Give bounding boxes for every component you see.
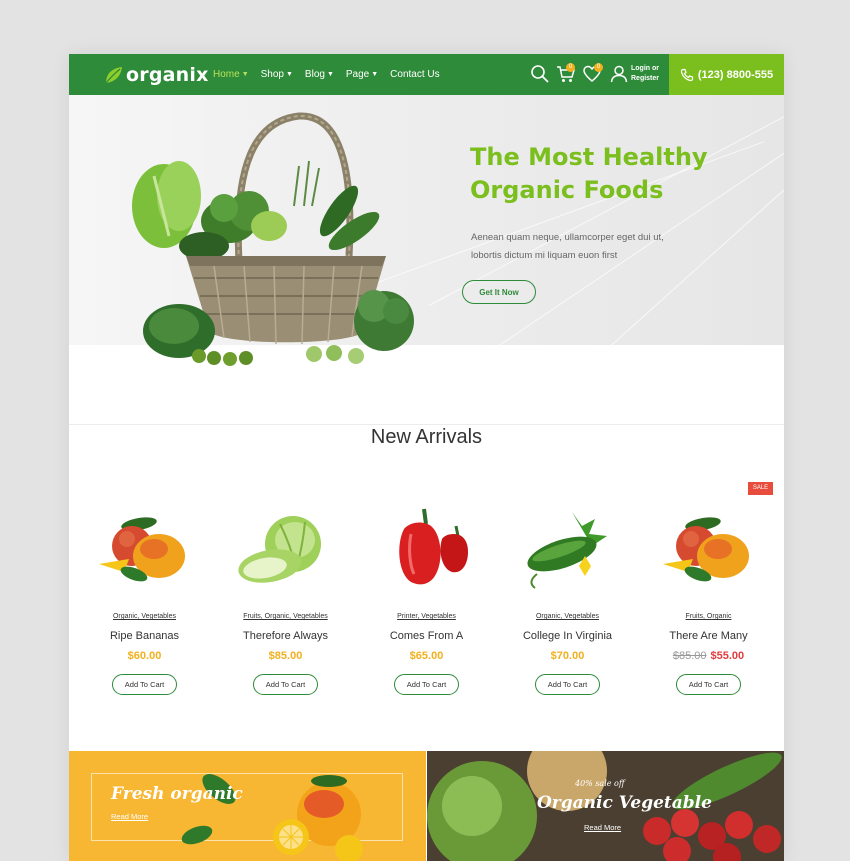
- nav-shop-label: Shop: [260, 69, 284, 80]
- product-card[interactable]: Fruits, Organic There Are Many $85.00 $55…: [638, 494, 779, 714]
- current-price: $85.00: [268, 650, 303, 662]
- fruit-image: [181, 774, 363, 861]
- red-peppers-image: [399, 508, 468, 585]
- product-categories[interactable]: Fruits, Organic, Vegetables: [215, 613, 356, 620]
- add-to-cart-button[interactable]: Add To Cart: [535, 674, 600, 695]
- product-categories[interactable]: Fruits, Organic: [638, 613, 779, 620]
- nav-blog[interactable]: Blog ▼: [305, 69, 334, 80]
- add-to-cart-button[interactable]: Add To Cart: [676, 674, 741, 695]
- login-register-link[interactable]: Login or Register: [631, 64, 659, 84]
- current-price: $70.00: [550, 650, 585, 662]
- product-categories[interactable]: Organic, Vegetables: [497, 613, 638, 620]
- hero-title: The Most Healthy Organic Foods: [470, 141, 770, 207]
- hero-text-line1: Aenean quam neque, ullamcorper eget dui …: [471, 232, 664, 243]
- product-price: $65.00: [356, 650, 497, 662]
- product-price: $85.00 $55.00: [638, 650, 779, 662]
- cabbage-image: [238, 516, 321, 583]
- nav-page-label: Page: [345, 69, 370, 80]
- product-card[interactable]: Fruits, Organic, Vegetables Therefore Al…: [215, 494, 356, 714]
- product-name[interactable]: Comes From A: [356, 630, 497, 642]
- nav-contact[interactable]: Contact Us: [390, 69, 439, 80]
- hero-title-line1: The Most Healthy: [470, 143, 708, 171]
- nav-home-label: Home: [213, 69, 240, 80]
- wishlist-count-badge: 0: [594, 63, 603, 72]
- product-price: $70.00: [497, 650, 638, 662]
- site-header: organix Home ▼ Shop ▼ Blog ▼ Page ▼ Contact …: [69, 54, 784, 95]
- old-price: $85.00: [672, 650, 707, 662]
- login-label: Login or: [631, 65, 659, 72]
- phone-number: (123) 8800-555: [697, 68, 774, 81]
- phone-contact[interactable]: (123) 8800-555: [669, 54, 784, 95]
- organic-vegetable-title: Organic Vegetable: [537, 793, 712, 813]
- read-more-link[interactable]: Read More: [111, 812, 148, 821]
- main-nav: Home ▼ Shop ▼ Blog ▼ Page ▼ Contact Us: [213, 54, 452, 95]
- chevron-down-icon: ▼: [371, 71, 379, 78]
- add-to-cart-button[interactable]: Add To Cart: [394, 674, 459, 695]
- page: organix Home ▼ Shop ▼ Blog ▼ Page ▼ Contact …: [69, 54, 784, 861]
- leaf-logo-icon: [105, 67, 122, 84]
- hero-text-line2: lobortis dictum mi liquam euon first: [471, 250, 618, 261]
- new-arrivals-title: New Arrivals: [370, 426, 483, 448]
- register-label: Register: [631, 75, 660, 82]
- product-categories[interactable]: Printer, Vegetables: [356, 613, 497, 620]
- current-price: $60.00: [127, 650, 162, 662]
- fresh-organic-banner[interactable]: Fresh organic Read More: [69, 751, 426, 861]
- product-card[interactable]: Organic, Vegetables Ripe Bananas $60.00 …: [74, 494, 215, 714]
- chevron-down-icon: ▼: [241, 71, 249, 78]
- product-card[interactable]: Organic, Vegetables College In Virginia …: [497, 494, 638, 714]
- chevron-down-icon: ▼: [326, 71, 334, 78]
- fresh-organic-title: Fresh organic: [111, 784, 243, 804]
- get-it-now-button[interactable]: Get It Now: [462, 280, 536, 304]
- product-price: $85.00: [215, 650, 356, 662]
- read-more-link[interactable]: Read More: [584, 823, 621, 832]
- product-card[interactable]: Printer, Vegetables Comes From A $65.00 …: [356, 494, 497, 714]
- organic-vegetable-banner[interactable]: 40% sale off Organic Vegetable Read More: [427, 751, 784, 861]
- nav-blog-label: Blog: [304, 69, 325, 80]
- product-name[interactable]: College In Virginia: [497, 630, 638, 642]
- logo-text: organix: [126, 64, 209, 86]
- hero-description: Aenean quam neque, ullamcorper eget dui …: [471, 229, 711, 265]
- nav-shop[interactable]: Shop ▼: [261, 69, 293, 80]
- user-icon[interactable]: [609, 64, 629, 84]
- add-to-cart-button[interactable]: Add To Cart: [253, 674, 318, 695]
- product-name[interactable]: There Are Many: [638, 630, 779, 642]
- phone-icon: [680, 68, 693, 81]
- product-name[interactable]: Ripe Bananas: [74, 630, 215, 642]
- sale-price: $55.00: [710, 650, 745, 662]
- search-icon[interactable]: [530, 64, 550, 84]
- section-divider: [69, 424, 784, 425]
- product-name[interactable]: Therefore Always: [215, 630, 356, 642]
- add-to-cart-button[interactable]: Add To Cart: [112, 674, 177, 695]
- nav-home[interactable]: Home ▼: [213, 69, 249, 80]
- chevron-down-icon: ▼: [285, 71, 293, 78]
- cucumber-image: [527, 512, 607, 589]
- vegetable-basket-image: [132, 112, 414, 366]
- product-grid: Organic, Vegetables Ripe Bananas $60.00 …: [69, 494, 784, 714]
- apple-mango-image: [99, 517, 185, 582]
- nav-page[interactable]: Page ▼: [346, 69, 378, 80]
- logo[interactable]: organix: [103, 62, 209, 88]
- apple-mango-image: [663, 517, 749, 582]
- nav-contact-label: Contact Us: [390, 69, 440, 80]
- product-price: $60.00: [74, 650, 215, 662]
- sale-off-label: 40% sale off: [575, 779, 625, 788]
- cart-count-badge: 0: [566, 63, 575, 72]
- current-price: $65.00: [409, 650, 444, 662]
- product-categories[interactable]: Organic, Vegetables: [74, 613, 215, 620]
- hero-title-line2: Organic Foods: [470, 176, 664, 204]
